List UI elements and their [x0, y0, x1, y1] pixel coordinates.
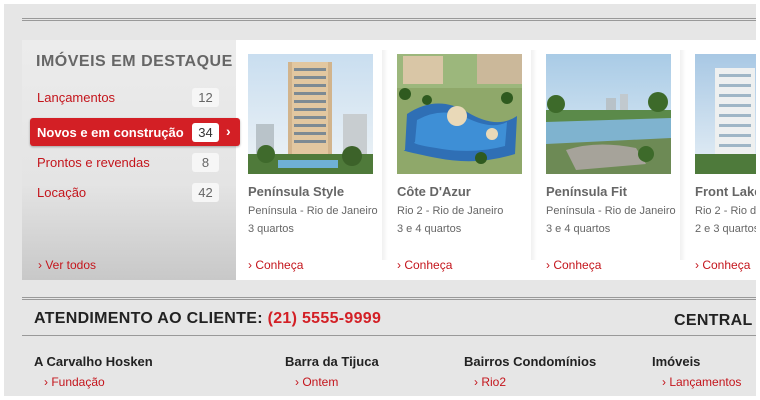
category-count: 8 — [192, 153, 219, 172]
page: IMÓVEIS EM DESTAQUE Lançamentos 12 Novos… — [4, 4, 756, 396]
tower-photo-image — [695, 54, 756, 174]
featured-properties-panel: IMÓVEIS EM DESTAQUE Lançamentos 12 Novos… — [22, 40, 756, 280]
sales-central-heading: CENTRAL DE VENDAS — [674, 312, 756, 329]
footer-column: Imóveis › Lançamentos — [652, 354, 741, 389]
customer-service-bar: ATENDIMENTO AO CLIENTE: (21) 5555-9999 — [34, 310, 381, 328]
category-label: Prontos e revendas — [37, 155, 150, 170]
category-count: 42 — [192, 183, 219, 202]
footer-heading: Bairros Condomínios — [464, 354, 597, 369]
property-rooms: 3 quartos — [248, 223, 294, 235]
footer-heading: Barra da Tijuca — [285, 354, 379, 369]
footer-link[interactable]: › Rio2 — [474, 375, 596, 389]
property-location: Península - Rio de Janeiro — [546, 205, 676, 217]
property-location: Rio 2 - Rio de Janeiro — [397, 205, 504, 217]
footer-column: Bairros Condomínios › Rio2 — [464, 354, 596, 389]
property-photo[interactable] — [546, 54, 671, 174]
learn-more-link[interactable]: › Conheça — [546, 258, 601, 272]
tower-photo-image — [248, 54, 373, 174]
footer-link[interactable]: › Lançamentos — [662, 375, 741, 389]
property-name[interactable]: Côte D'Azur — [397, 184, 471, 199]
property-name[interactable]: Península Fit — [546, 184, 627, 199]
category-ready-resale[interactable]: Prontos e revendas 8 — [30, 148, 240, 176]
top-divider — [22, 18, 756, 21]
footer-link[interactable]: › Fundação — [44, 375, 153, 389]
property-card[interactable]: Península Style Península - Rio de Janei… — [236, 40, 386, 280]
category-new-under-construction[interactable]: Novos e em construção 34 › — [30, 118, 240, 146]
middle-divider — [22, 297, 756, 300]
property-rooms: 3 e 4 quartos — [546, 223, 611, 235]
category-count: 12 — [192, 88, 219, 107]
footer-link[interactable]: › Ontem — [295, 375, 379, 389]
customer-service-label: ATENDIMENTO AO CLIENTE: — [34, 310, 263, 327]
learn-more-link[interactable]: › Conheça — [248, 258, 303, 272]
property-card[interactable]: Côte D'Azur Rio 2 - Rio de Janeiro 3 e 4… — [385, 40, 535, 280]
property-card[interactable]: Front Lake Rio 2 - Rio de Janeiro 2 e 3 … — [683, 40, 756, 280]
category-label: Lançamentos — [37, 90, 116, 105]
category-count: 34 — [192, 123, 219, 142]
property-location: Rio 2 - Rio de Janeiro — [695, 205, 756, 217]
customer-service-phone[interactable]: (21) 5555-9999 — [268, 310, 382, 327]
property-name[interactable]: Península Style — [248, 184, 344, 199]
property-rooms: 3 e 4 quartos — [397, 223, 462, 235]
property-photo[interactable] — [695, 54, 756, 174]
category-rental[interactable]: Locação 42 — [30, 178, 240, 206]
category-label: Novos e em construção — [37, 125, 184, 140]
featured-title: IMÓVEIS EM DESTAQUE — [36, 53, 233, 70]
featured-sidebar: IMÓVEIS EM DESTAQUE Lançamentos 12 Novos… — [22, 40, 240, 280]
property-card[interactable]: Península Fit Península - Rio de Janeiro… — [534, 40, 684, 280]
property-photo[interactable] — [397, 54, 522, 174]
lagoon-photo-image — [546, 54, 671, 174]
footer-column: Barra da Tijuca › Ontem — [285, 354, 379, 389]
property-photo[interactable] — [248, 54, 373, 174]
footer-heading: A Carvalho Hosken — [34, 354, 153, 369]
category-label: Locação — [37, 185, 87, 200]
pool-photo-image — [397, 54, 522, 174]
property-location: Península - Rio de Janeiro — [248, 205, 378, 217]
category-launches[interactable]: Lançamentos 12 — [30, 83, 240, 111]
footer-column: A Carvalho Hosken › Fundação — [34, 354, 153, 389]
learn-more-link[interactable]: › Conheça — [397, 258, 452, 272]
learn-more-link[interactable]: › Conheça — [695, 258, 750, 272]
thin-divider — [22, 335, 756, 336]
chevron-right-icon: › — [226, 123, 231, 139]
property-rooms: 2 e 3 quartos — [695, 223, 756, 235]
footer-heading: Imóveis — [652, 354, 701, 369]
property-name[interactable]: Front Lake — [695, 184, 756, 199]
see-all-link[interactable]: › Ver todos — [38, 258, 96, 272]
